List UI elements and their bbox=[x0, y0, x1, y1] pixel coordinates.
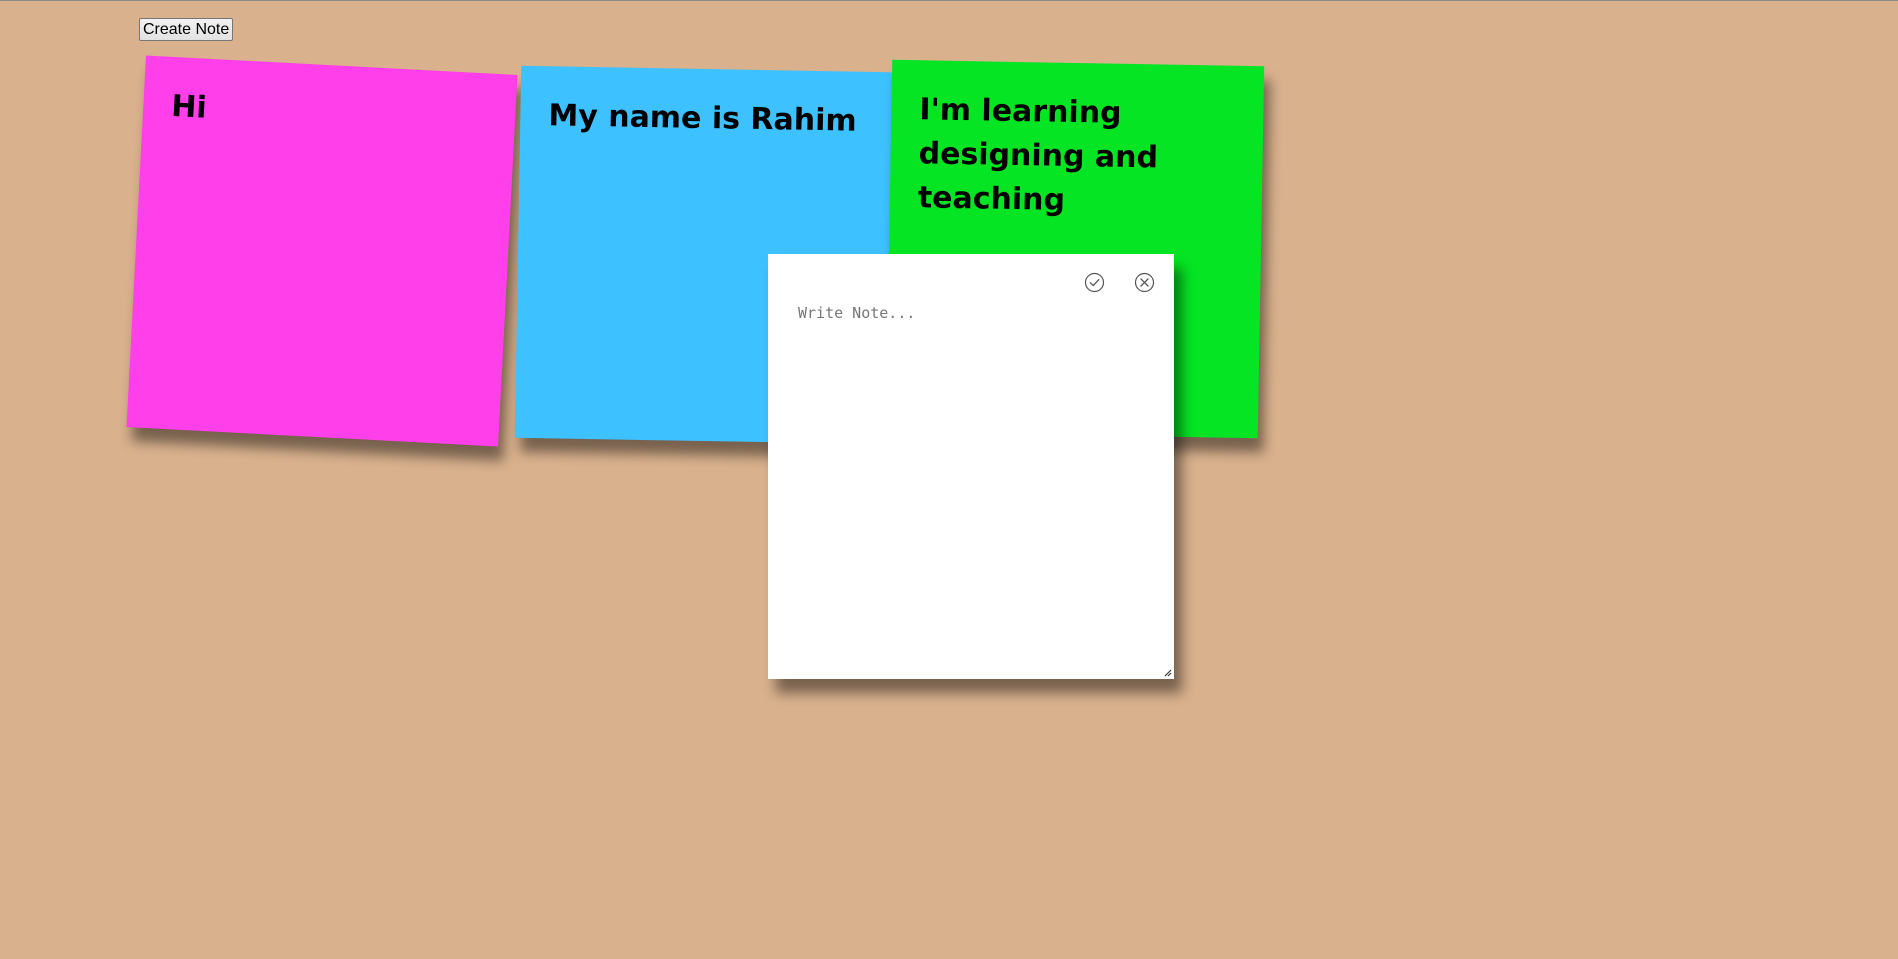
sticky-note[interactable]: Hi bbox=[126, 55, 518, 447]
close-circle-icon bbox=[1134, 272, 1154, 292]
note-editor bbox=[768, 254, 1174, 679]
note-text: My name is Rahim bbox=[548, 98, 858, 139]
editor-actions bbox=[1083, 271, 1155, 293]
note-text: Hi bbox=[170, 88, 208, 126]
resize-handle-icon[interactable] bbox=[1162, 667, 1172, 677]
note-textarea[interactable] bbox=[796, 302, 1150, 666]
create-note-button[interactable]: Create Note bbox=[139, 18, 234, 41]
check-circle-icon bbox=[1084, 272, 1104, 292]
note-text: I'm learning designing and teaching bbox=[917, 92, 1159, 218]
confirm-button[interactable] bbox=[1083, 271, 1105, 293]
cancel-button[interactable] bbox=[1133, 271, 1155, 293]
